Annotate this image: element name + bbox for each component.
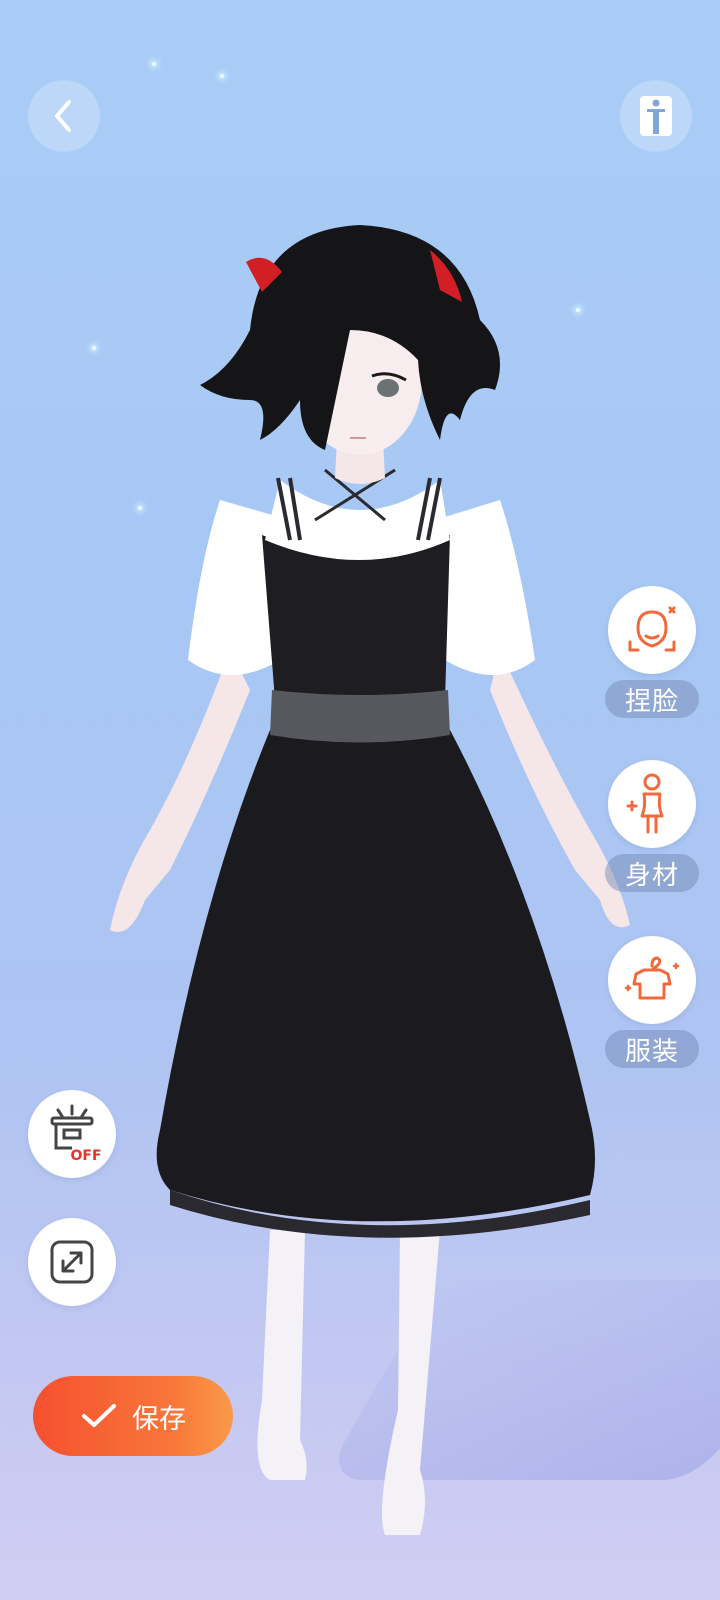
face-shape-button[interactable] [608,586,696,674]
save-button-label: 保存 [132,1403,186,1435]
expand-arrows-icon [50,1240,94,1284]
clothes-hanger-icon [624,956,680,1000]
save-button[interactable]: 保存 [33,1376,233,1456]
side-menu-label: 捏脸 [605,680,699,718]
back-button[interactable] [28,80,100,152]
body-figure-icon [626,773,664,834]
toggle-state-text: OFF [70,1148,101,1164]
side-menu-body[interactable]: 身材 [604,760,700,892]
platform-toggle-button[interactable]: OFF [28,1090,116,1178]
stage-light-icon: OFF [50,1104,102,1164]
side-menu-label: 服装 [605,1030,699,1068]
fullscreen-button[interactable] [28,1218,116,1306]
side-menu-clothes[interactable]: 服装 [604,936,700,1068]
standing-person-icon [640,96,672,136]
side-menu-label: 身材 [605,854,699,892]
face-shape-icon [628,606,676,652]
chevron-left-icon [55,100,71,132]
pose-button[interactable] [620,80,692,152]
checkmark-icon [82,1404,116,1427]
clothes-hanger-button[interactable] [608,936,696,1024]
side-menu-face[interactable]: 捏脸 [604,586,700,718]
body-figure-button[interactable] [608,760,696,848]
